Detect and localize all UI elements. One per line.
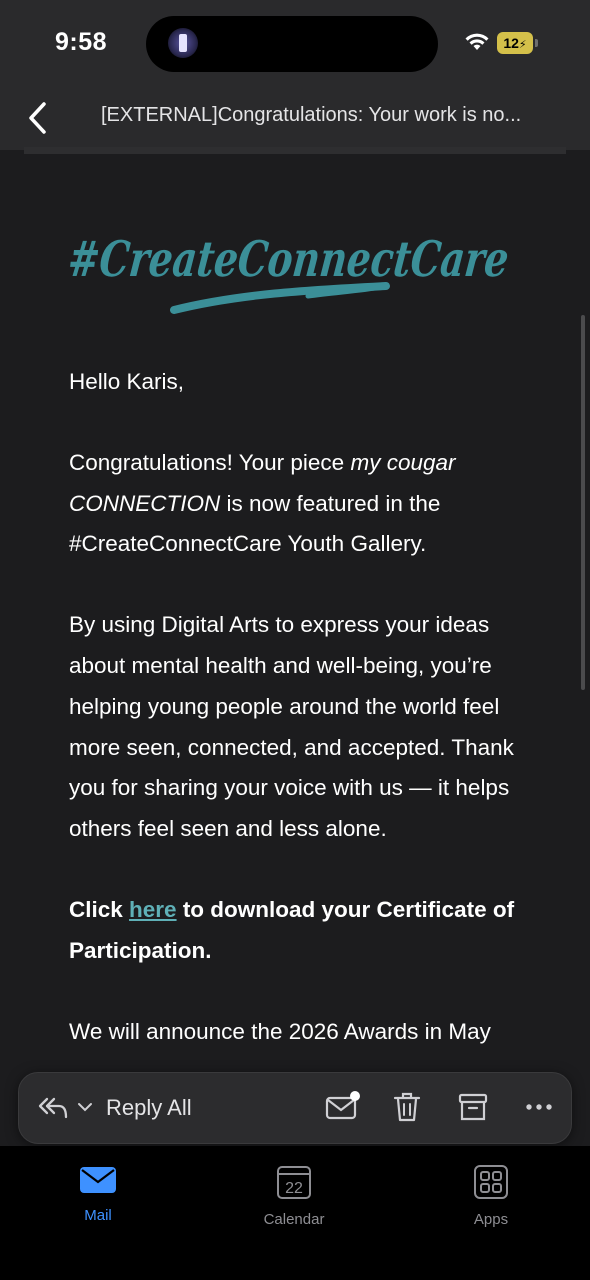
back-chevron-icon[interactable] <box>24 98 54 138</box>
greeting: Hello Karis, <box>69 369 185 394</box>
reply-all-icon[interactable] <box>37 1093 69 1121</box>
tab-mail[interactable]: Mail <box>38 1164 158 1224</box>
charging-bolt-icon: ⚡ <box>518 39 527 51</box>
archive-icon[interactable] <box>455 1089 491 1125</box>
certificate-link[interactable]: here <box>129 897 177 922</box>
battery-level: 12 <box>503 35 519 51</box>
create-connect-care-logo: #CreateConnectCare <box>68 230 511 314</box>
tab-calendar-label: Calendar <box>263 1211 325 1228</box>
tab-calendar[interactable]: 22 Calendar <box>234 1164 354 1228</box>
flashlight-icon <box>168 28 198 58</box>
bottom-tab-bar: Mail 22 Calendar Apps <box>0 1146 590 1280</box>
paragraph-certificate: Click here to download your Certificate … <box>69 896 515 963</box>
mail-icon <box>80 1167 116 1193</box>
mark-unread-icon[interactable] <box>324 1089 360 1125</box>
paragraph-awards: We will announce the 2026 Awards in May <box>69 1018 491 1044</box>
logo-text: #CreateConnectCare <box>68 230 511 288</box>
tab-mail-label: Mail <box>84 1207 112 1224</box>
email-subject: [EXTERNAL]Congratulations: Your work is … <box>101 104 522 126</box>
tab-apps-label: Apps <box>473 1211 509 1228</box>
tab-apps[interactable]: Apps <box>431 1164 551 1228</box>
battery-indicator: 12⚡ <box>497 32 533 54</box>
paragraph-thanks: By using Digital Arts to express your id… <box>69 612 514 842</box>
email-header: [EXTERNAL]Congratulations: Your work is … <box>0 88 590 150</box>
scrollbar[interactable] <box>581 315 585 690</box>
apps-icon <box>474 1165 508 1199</box>
reply-action-bar: Reply All <box>18 1072 572 1144</box>
email-body: Hello Karis, Congratulations! Your piece… <box>69 362 539 1092</box>
status-time: 9:58 <box>55 28 108 56</box>
chevron-down-icon[interactable] <box>77 1101 93 1113</box>
trash-icon[interactable] <box>389 1089 425 1125</box>
header-divider <box>24 147 566 154</box>
dynamic-island <box>146 16 438 72</box>
calendar-icon: 22 <box>277 1166 311 1199</box>
wifi-icon <box>465 33 489 50</box>
more-icon[interactable] <box>521 1089 557 1125</box>
status-bar: 9:58 12⚡ <box>0 0 590 88</box>
calendar-day: 22 <box>285 1180 303 1197</box>
reply-all-button[interactable]: Reply All <box>106 1095 192 1121</box>
battery-tip <box>535 39 538 47</box>
paragraph-featured: Congratulations! Your piece my cougar CO… <box>69 449 456 557</box>
